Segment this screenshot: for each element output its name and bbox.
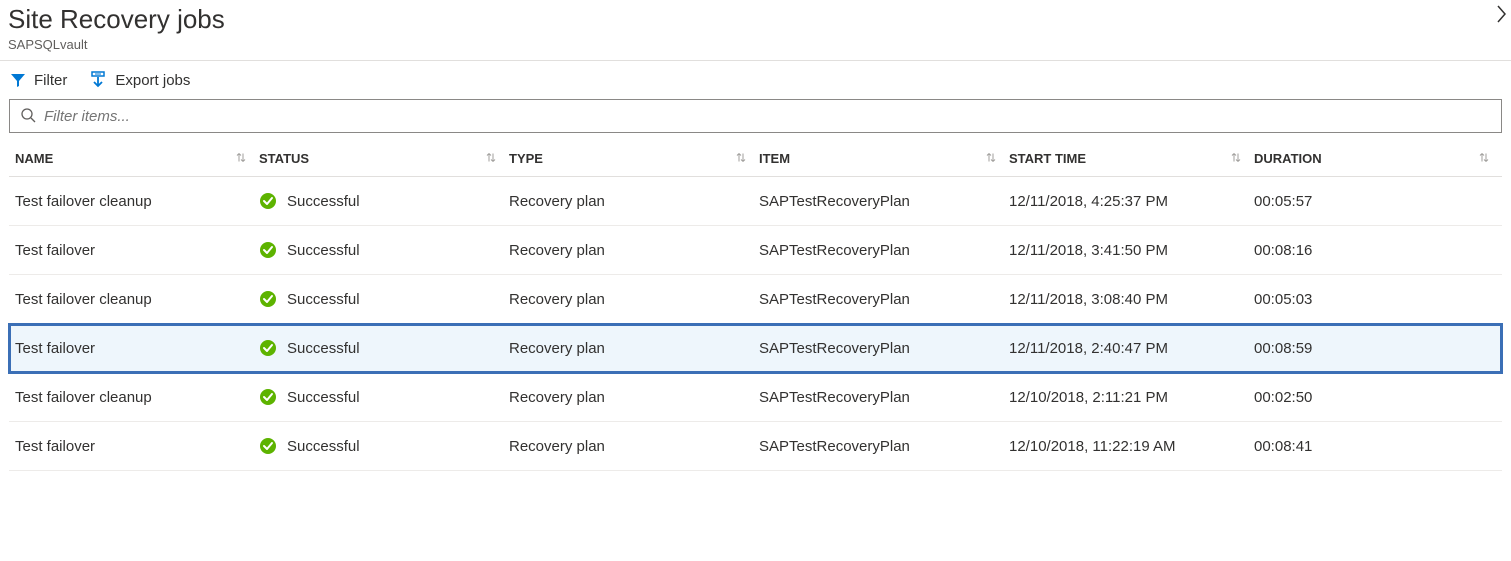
filter-icon xyxy=(10,72,26,88)
search-icon xyxy=(20,107,36,126)
cell-duration: 00:08:59 xyxy=(1254,324,1502,373)
success-icon xyxy=(259,388,277,406)
cell-name: Test failover cleanup xyxy=(9,373,259,422)
cell-name: Test failover cleanup xyxy=(9,177,259,226)
cell-item: SAPTestRecoveryPlan xyxy=(759,275,1009,324)
cell-status: Successful xyxy=(259,373,509,422)
cell-duration: 00:05:57 xyxy=(1254,177,1502,226)
cell-type: Recovery plan xyxy=(509,275,759,324)
column-header-label: TYPE xyxy=(509,151,543,166)
success-icon xyxy=(259,192,277,210)
cell-start: 12/10/2018, 11:22:19 AM xyxy=(1009,422,1254,471)
toolbar: Filter Export jobs xyxy=(0,61,1511,99)
cell-start: 12/11/2018, 4:25:37 PM xyxy=(1009,177,1254,226)
cell-status: Successful xyxy=(259,324,509,373)
success-icon xyxy=(259,241,277,259)
sort-icon xyxy=(485,151,497,166)
filter-box[interactable] xyxy=(9,99,1502,133)
cell-start: 12/11/2018, 3:41:50 PM xyxy=(1009,226,1254,275)
export-icon xyxy=(89,71,107,89)
sort-icon xyxy=(735,151,747,166)
filter-input[interactable] xyxy=(44,108,1491,125)
page-title: Site Recovery jobs xyxy=(8,4,1503,35)
column-header-label: START TIME xyxy=(1009,151,1086,166)
column-header-status[interactable]: STATUS xyxy=(259,141,509,177)
cell-duration: 00:08:16 xyxy=(1254,226,1502,275)
status-text: Successful xyxy=(287,389,360,406)
sort-icon xyxy=(1230,151,1242,166)
cell-name: Test failover cleanup xyxy=(9,275,259,324)
cell-item: SAPTestRecoveryPlan xyxy=(759,324,1009,373)
cell-name: Test failover xyxy=(9,226,259,275)
success-icon xyxy=(259,339,277,357)
cell-type: Recovery plan xyxy=(509,177,759,226)
table-row[interactable]: Test failover Successful Recovery planSAPT… xyxy=(9,324,1502,373)
cell-status: Successful xyxy=(259,226,509,275)
cell-type: Recovery plan xyxy=(509,324,759,373)
table-row[interactable]: Test failover cleanup Successful Recovery … xyxy=(9,275,1502,324)
filter-container xyxy=(0,99,1511,141)
cell-duration: 00:02:50 xyxy=(1254,373,1502,422)
sort-icon xyxy=(1478,151,1490,166)
cell-name: Test failover xyxy=(9,324,259,373)
status-text: Successful xyxy=(287,340,360,357)
cell-name: Test failover xyxy=(9,422,259,471)
table-row[interactable]: Test failover Successful Recovery planSAPT… xyxy=(9,226,1502,275)
column-header-label: ITEM xyxy=(759,151,790,166)
cell-type: Recovery plan xyxy=(509,422,759,471)
cell-status: Successful xyxy=(259,177,509,226)
column-header-label: NAME xyxy=(15,151,53,166)
cell-item: SAPTestRecoveryPlan xyxy=(759,177,1009,226)
cell-type: Recovery plan xyxy=(509,226,759,275)
table-header-row: NAME STATUS TYPE ITEM START TIME DURATIO… xyxy=(9,141,1502,177)
filter-button[interactable]: Filter xyxy=(10,72,67,89)
sort-icon xyxy=(985,151,997,166)
success-icon xyxy=(259,290,277,308)
cell-item: SAPTestRecoveryPlan xyxy=(759,373,1009,422)
status-text: Successful xyxy=(287,242,360,259)
status-text: Successful xyxy=(287,438,360,455)
success-icon xyxy=(259,437,277,455)
page-header: Site Recovery jobs SAPSQLvault xyxy=(0,0,1511,61)
column-header-label: DURATION xyxy=(1254,151,1322,166)
cell-start: 12/11/2018, 2:40:47 PM xyxy=(1009,324,1254,373)
column-header-start[interactable]: START TIME xyxy=(1009,141,1254,177)
column-header-type[interactable]: TYPE xyxy=(509,141,759,177)
cell-status: Successful xyxy=(259,275,509,324)
export-button-label: Export jobs xyxy=(115,72,190,89)
cell-start: 12/10/2018, 2:11:21 PM xyxy=(1009,373,1254,422)
status-text: Successful xyxy=(287,291,360,308)
status-text: Successful xyxy=(287,193,360,210)
export-jobs-button[interactable]: Export jobs xyxy=(89,71,190,89)
column-header-duration[interactable]: DURATION xyxy=(1254,141,1502,177)
column-header-item[interactable]: ITEM xyxy=(759,141,1009,177)
close-chevron-icon[interactable] xyxy=(1495,4,1509,27)
table-row[interactable]: Test failover Successful Recovery planSAPT… xyxy=(9,422,1502,471)
table-row[interactable]: Test failover cleanup Successful Recovery … xyxy=(9,373,1502,422)
jobs-table: NAME STATUS TYPE ITEM START TIME DURATIO… xyxy=(9,141,1502,471)
cell-duration: 00:05:03 xyxy=(1254,275,1502,324)
cell-item: SAPTestRecoveryPlan xyxy=(759,422,1009,471)
sort-icon xyxy=(235,151,247,166)
cell-duration: 00:08:41 xyxy=(1254,422,1502,471)
page-subtitle: SAPSQLvault xyxy=(8,37,1503,52)
cell-start: 12/11/2018, 3:08:40 PM xyxy=(1009,275,1254,324)
column-header-label: STATUS xyxy=(259,151,309,166)
column-header-name[interactable]: NAME xyxy=(9,141,259,177)
cell-type: Recovery plan xyxy=(509,373,759,422)
table-row[interactable]: Test failover cleanup Successful Recovery … xyxy=(9,177,1502,226)
cell-item: SAPTestRecoveryPlan xyxy=(759,226,1009,275)
cell-status: Successful xyxy=(259,422,509,471)
filter-button-label: Filter xyxy=(34,72,67,89)
